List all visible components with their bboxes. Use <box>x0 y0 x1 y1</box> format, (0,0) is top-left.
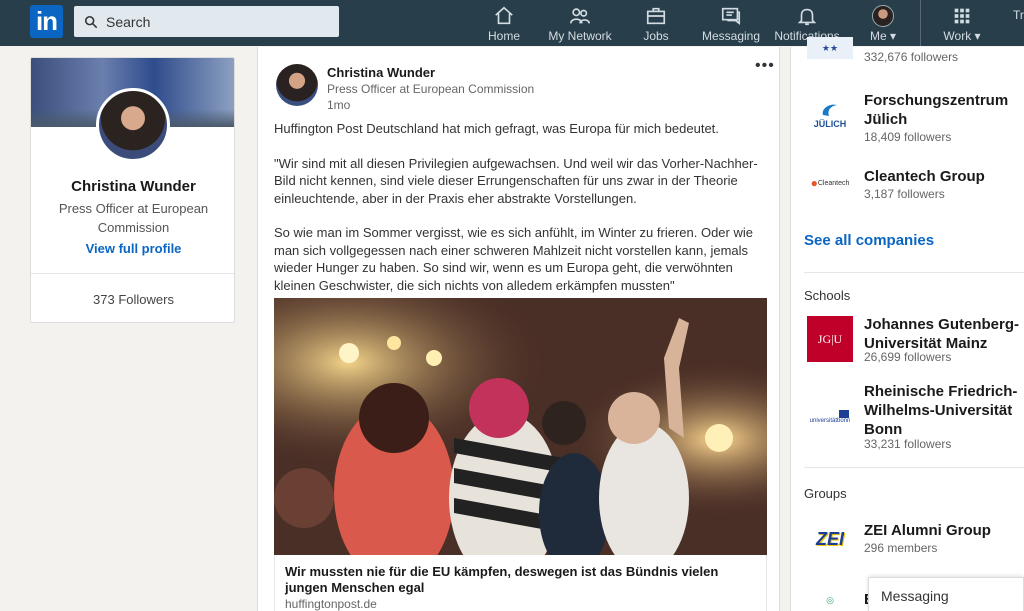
schools-heading: Schools <box>804 288 851 303</box>
post-body: Huffington Post Deutschland hat mich gef… <box>274 120 769 311</box>
linkedin-logo-icon[interactable]: in <box>30 5 63 38</box>
post-author-avatar[interactable] <box>276 64 318 106</box>
right-rail: ★★ 332,676 followers JÜLICH Forschungsze… <box>790 37 1024 611</box>
post-paragraph: So wie man im Sommer vergisst, wie es si… <box>274 225 753 293</box>
post-paragraph: "Wir sind mit all diesen Privilegien auf… <box>274 155 758 206</box>
company-followers: 3,187 followers <box>864 187 945 201</box>
group-members: 296 members <box>864 541 938 555</box>
company-logo: ● Cleantech <box>807 160 853 206</box>
school-name[interactable]: Rheinische Friedrich-Wilhelms-Universitä… <box>864 382 1024 439</box>
company-logo: JÜLICH <box>807 92 853 138</box>
nav-jobs[interactable]: Jobs <box>642 5 670 43</box>
nav-messaging-label: Messaging <box>701 29 761 43</box>
school-logo: universitätbonn <box>807 394 853 440</box>
nav-messaging[interactable]: Messaging <box>701 5 761 43</box>
divider <box>804 272 1024 273</box>
see-all-companies-link[interactable]: See all companies <box>804 232 934 249</box>
school-item[interactable]: JG|U Johannes Gutenberg-Universität Main… <box>807 315 1024 370</box>
search-input[interactable]: Search <box>74 6 339 37</box>
nav-my-network-label: My Network <box>548 29 612 43</box>
nav-my-network[interactable]: My Network <box>548 5 612 43</box>
company-name[interactable]: Cleantech Group <box>864 167 1024 186</box>
group-logo: ◎ <box>807 590 853 610</box>
julich-logo-icon <box>822 104 837 116</box>
company-followers: 332,676 followers <box>864 50 959 64</box>
school-item[interactable]: universitätbonn Rheinische Friedrich-Wil… <box>807 382 1024 452</box>
group-item[interactable]: ZEI ZEI Alumni Group 296 members <box>807 516 1024 562</box>
nav-cut-item[interactable]: Tr <box>1013 8 1024 22</box>
profile-name[interactable]: Christina Wunder <box>31 178 234 195</box>
post-paragraph: Huffington Post Deutschland hat mich gef… <box>274 121 719 136</box>
view-full-profile-link[interactable]: View full profile <box>31 241 234 256</box>
grid-icon <box>954 8 970 24</box>
school-logo: JG|U <box>807 316 853 362</box>
messaging-icon <box>721 7 741 25</box>
profile-card: Christina Wunder Press Officer at Europe… <box>30 57 235 323</box>
company-logo-text: Cleantech <box>817 179 850 187</box>
search-icon <box>84 15 98 28</box>
messaging-overlay-button[interactable]: Messaging <box>868 577 1024 611</box>
company-name[interactable]: Forschungszentrum Jülich <box>864 91 1024 129</box>
search-placeholder: Search <box>106 13 151 30</box>
company-item[interactable]: ★★ 332,676 followers <box>807 37 1024 67</box>
profile-followers[interactable]: 373 Followers <box>31 292 234 307</box>
nav-home-label: Home <box>488 29 521 43</box>
more-options-icon[interactable]: ••• <box>755 57 775 75</box>
article-source: huffingtonpost.de <box>285 597 377 611</box>
company-item[interactable]: ● Cleantech Cleantech Group 3,187 followe… <box>807 160 1024 207</box>
post-timestamp: 1mo <box>327 98 351 112</box>
party-photo-image <box>274 298 767 555</box>
bell-icon <box>797 8 817 26</box>
post-author-name[interactable]: Christina Wunder <box>327 65 435 80</box>
article-title[interactable]: Wir mussten nie für die EU kämpfen, desw… <box>285 564 760 596</box>
company-logo: ★★ <box>807 37 853 59</box>
groups-heading: Groups <box>804 486 847 501</box>
company-followers: 18,409 followers <box>864 130 952 144</box>
nav-home[interactable]: Home <box>488 5 520 43</box>
school-name[interactable]: Johannes Gutenberg-Universität Mainz <box>864 315 1024 353</box>
feed-post: Christina Wunder Press Officer at Europe… <box>257 47 780 611</box>
divider <box>804 467 1024 468</box>
group-name[interactable]: ZEI Alumni Group <box>864 521 1024 540</box>
school-logo-text: universitätbonn <box>809 418 851 424</box>
profile-avatar[interactable] <box>96 88 170 162</box>
school-followers: 33,231 followers <box>864 437 952 451</box>
bonn-logo-icon <box>839 410 849 418</box>
school-logo-text: JG|U <box>817 331 843 346</box>
company-item[interactable]: JÜLICH Forschungszentrum Jülich 18,409 f… <box>807 89 1024 144</box>
school-followers: 26,699 followers <box>864 350 952 364</box>
nav-jobs-label: Jobs <box>643 29 669 43</box>
divider <box>31 273 234 274</box>
group-logo: ZEI <box>807 516 853 562</box>
group-logo-text: ZEI <box>815 528 844 549</box>
group-logo-icon: ◎ <box>826 594 834 605</box>
post-author-title: Press Officer at European Commission <box>327 82 535 96</box>
me-avatar <box>872 5 894 27</box>
briefcase-icon <box>646 7 666 25</box>
article-image[interactable] <box>274 298 767 555</box>
people-icon <box>570 8 590 24</box>
home-icon <box>495 6 513 25</box>
cleantech-logo-icon: ● <box>810 176 818 190</box>
company-logo-text: JÜLICH <box>813 119 847 129</box>
profile-headline: Press Officer at European Commission <box>58 201 209 235</box>
